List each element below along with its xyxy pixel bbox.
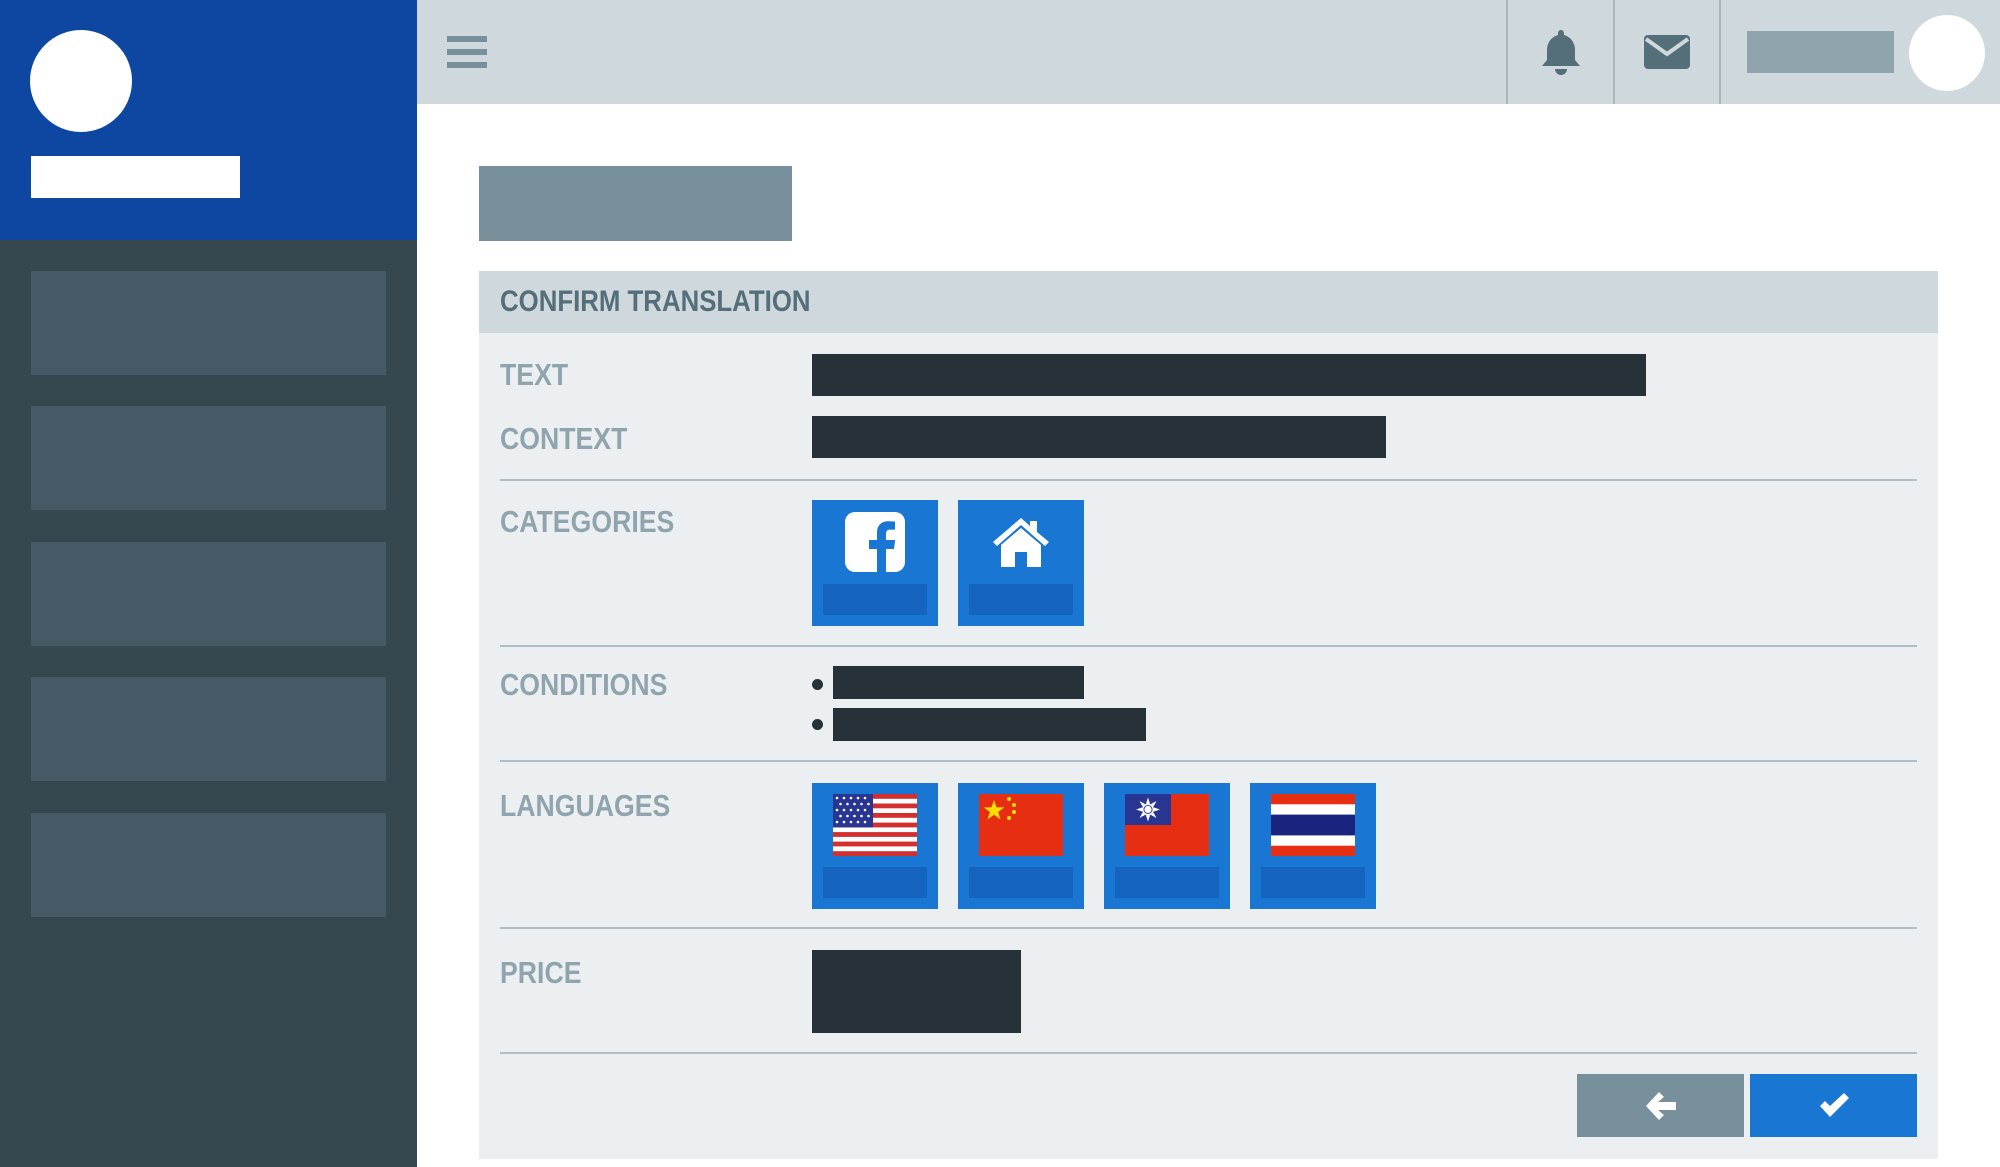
bullet bbox=[812, 719, 823, 730]
arrow-left-icon bbox=[1645, 1091, 1676, 1120]
topbar-divider bbox=[1506, 0, 1508, 104]
sidebar-item[interactable] bbox=[31, 677, 386, 781]
language-label-placeholder bbox=[1261, 867, 1365, 898]
price-value-redacted bbox=[812, 950, 1021, 1033]
context-value-redacted bbox=[812, 416, 1386, 458]
category-tile-facebook[interactable] bbox=[812, 500, 938, 626]
confirm-button[interactable] bbox=[1750, 1074, 1917, 1137]
label-conditions: CONDITIONS bbox=[500, 667, 668, 702]
check-icon bbox=[1819, 1092, 1849, 1117]
divider bbox=[500, 927, 1917, 929]
label-price: PRICE bbox=[500, 955, 582, 990]
language-tile-china[interactable] bbox=[958, 783, 1084, 909]
bullet bbox=[812, 679, 823, 690]
sidebar-item[interactable] bbox=[31, 406, 386, 510]
facebook-icon bbox=[832, 510, 918, 574]
divider bbox=[500, 1052, 1917, 1054]
bell-icon[interactable] bbox=[1531, 22, 1591, 82]
label-languages: LANGUAGES bbox=[500, 788, 671, 823]
divider bbox=[500, 479, 1917, 481]
flag-us-icon bbox=[832, 793, 918, 857]
divider bbox=[500, 760, 1917, 762]
profile-avatar[interactable] bbox=[30, 30, 132, 132]
user-name-placeholder bbox=[1747, 31, 1894, 73]
profile-name-placeholder bbox=[31, 156, 240, 198]
flag-thailand-icon bbox=[1270, 793, 1356, 857]
topbar-divider bbox=[1613, 0, 1615, 104]
label-text: TEXT bbox=[500, 357, 569, 392]
sidebar bbox=[0, 0, 417, 1167]
language-tile-us[interactable] bbox=[812, 783, 938, 909]
flag-taiwan-icon bbox=[1124, 793, 1210, 857]
divider bbox=[500, 645, 1917, 647]
language-label-placeholder bbox=[969, 867, 1073, 898]
label-categories: CATEGORIES bbox=[500, 504, 675, 539]
text-value-redacted bbox=[812, 354, 1646, 396]
label-context: CONTEXT bbox=[500, 421, 628, 456]
category-tile-home[interactable] bbox=[958, 500, 1084, 626]
category-label-placeholder bbox=[823, 584, 927, 615]
home-icon bbox=[978, 510, 1064, 574]
topbar-divider bbox=[1719, 0, 1721, 104]
card-title: CONFIRM TRANSLATION bbox=[500, 285, 811, 318]
card-header: CONFIRM TRANSLATION bbox=[479, 271, 1938, 333]
language-label-placeholder bbox=[1115, 867, 1219, 898]
language-tile-taiwan[interactable] bbox=[1104, 783, 1230, 909]
sidebar-item[interactable] bbox=[31, 813, 386, 917]
category-label-placeholder bbox=[969, 584, 1073, 615]
sidebar-profile bbox=[0, 0, 417, 240]
condition-redacted bbox=[833, 708, 1146, 741]
flag-china-icon bbox=[978, 793, 1064, 857]
page-title-placeholder bbox=[479, 166, 792, 241]
language-label-placeholder bbox=[823, 867, 927, 898]
back-button[interactable] bbox=[1577, 1074, 1744, 1137]
confirm-translation-card: CONFIRM TRANSLATION bbox=[479, 271, 1938, 1159]
sidebar-item[interactable] bbox=[31, 542, 386, 646]
user-avatar[interactable] bbox=[1909, 15, 1985, 91]
menu-icon[interactable] bbox=[447, 36, 487, 68]
condition-redacted bbox=[833, 666, 1084, 699]
mail-icon[interactable] bbox=[1637, 22, 1697, 82]
language-tile-thailand[interactable] bbox=[1250, 783, 1376, 909]
sidebar-item[interactable] bbox=[31, 271, 386, 375]
